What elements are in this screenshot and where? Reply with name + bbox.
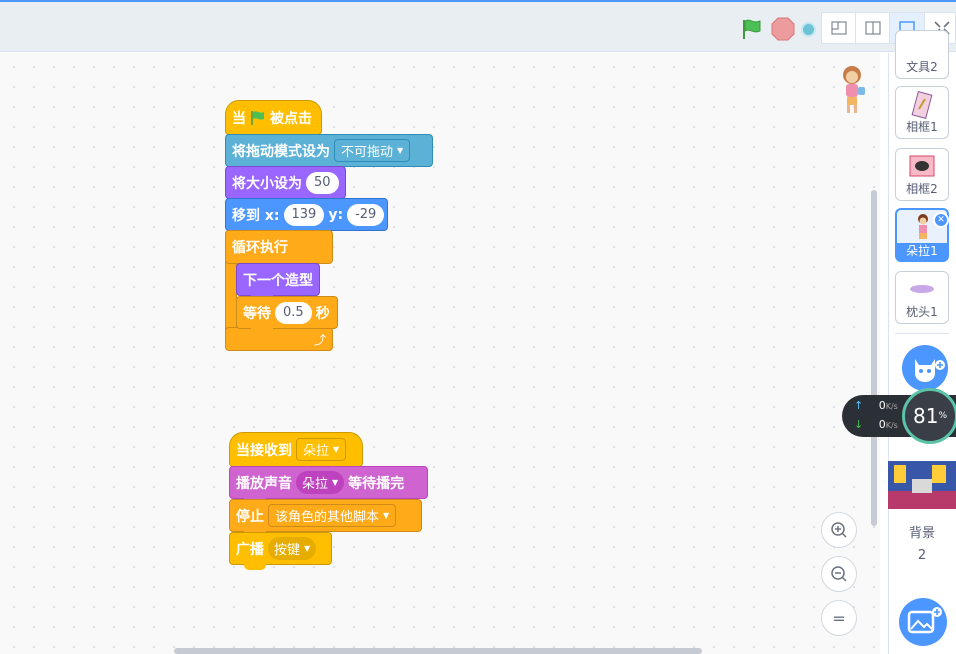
- choose-backdrop-button[interactable]: [899, 598, 947, 646]
- zoom-in-icon: [831, 522, 847, 538]
- photo-frame-icon: [909, 155, 935, 177]
- sound-value: 朵拉: [302, 477, 329, 492]
- when-flag-clicked-block[interactable]: 当 被点击: [225, 100, 322, 140]
- size-input[interactable]: 50: [306, 171, 339, 194]
- sidebar-divider: [895, 333, 949, 334]
- stop-sign-icon[interactable]: [771, 17, 795, 41]
- wait-unit-label: 秒: [315, 305, 330, 322]
- chevron-down-icon: ▼: [332, 478, 339, 487]
- choose-sprite-button[interactable]: [902, 345, 948, 391]
- set-size-block[interactable]: 将大小设为 50: [225, 166, 346, 204]
- download-speed: 0: [878, 418, 886, 431]
- forever-block[interactable]: 循环执行: [225, 230, 333, 264]
- backdrop-image-icon: [888, 461, 956, 509]
- forever-loop-bottom: ⤴: [225, 327, 333, 351]
- green-flag-icon: [251, 110, 264, 125]
- small-stage-icon: [831, 21, 847, 35]
- wait-block[interactable]: 等待 0.5 秒: [236, 296, 338, 334]
- y-input[interactable]: -29: [347, 203, 385, 226]
- message-value: 朵拉: [303, 444, 330, 459]
- chevron-down-icon: ▼: [383, 511, 390, 520]
- upload-speed: 0: [878, 399, 886, 412]
- go-to-y-label: y:: [328, 206, 344, 223]
- green-flag-icon[interactable]: [741, 18, 763, 40]
- zoom-in-button[interactable]: [821, 512, 857, 548]
- when-receive-block[interactable]: 当接收到 朵拉 ▼: [229, 432, 363, 472]
- set-size-label: 将大小设为: [232, 175, 302, 192]
- download-arrow-icon: ↓: [854, 418, 864, 431]
- drag-mode-value: 不可拖动: [341, 145, 394, 160]
- next-costume-label: 下一个造型: [243, 272, 313, 289]
- sprite-label: 枕头1: [906, 305, 938, 319]
- backdrop-count: 2: [917, 548, 927, 563]
- backdrop-thumbnail[interactable]: [888, 461, 956, 509]
- sprite-tile-stationery[interactable]: 文具2: [895, 30, 949, 79]
- workspace-vertical-scrollbar[interactable]: [871, 190, 877, 526]
- go-to-x-label: 移到 x:: [232, 207, 280, 224]
- sprite-tile-pillow[interactable]: 枕头1: [895, 271, 949, 324]
- normal-stage-icon: [865, 21, 881, 35]
- dora-sprite-icon: [918, 214, 928, 239]
- x-input[interactable]: 139: [283, 203, 325, 226]
- play-sound-label: 播放声音: [236, 475, 292, 492]
- stop-option-value: 该角色的其他脚本: [275, 510, 380, 525]
- until-done-label: 等待播完: [348, 475, 405, 492]
- workspace-horizontal-scrollbar[interactable]: [174, 648, 702, 654]
- drag-mode-dropdown[interactable]: 不可拖动 ▼: [334, 139, 411, 162]
- upload-arrow-icon: ↑: [854, 399, 864, 412]
- broadcast-label: 广播: [236, 541, 264, 558]
- broadcast-value: 按键: [274, 543, 301, 558]
- code-workspace[interactable]: [0, 53, 880, 654]
- zoom-out-icon: [831, 566, 847, 582]
- upload-unit: K/s: [885, 402, 898, 411]
- pillow-icon: [910, 285, 934, 293]
- sprite-tile-frame2[interactable]: 相框2: [895, 148, 949, 201]
- zoom-out-button[interactable]: [821, 556, 857, 592]
- chevron-down-icon: ▼: [304, 544, 311, 553]
- play-sound-until-done-block[interactable]: 播放声音 朵拉 ▼ 等待播完: [229, 466, 428, 504]
- sound-dropdown[interactable]: 朵拉 ▼: [296, 471, 345, 494]
- sprite-preview-icon: [843, 66, 865, 113]
- backdrop-label: 背景: [908, 526, 935, 541]
- hat-prefix-label: 当: [232, 110, 246, 127]
- chevron-down-icon: ▼: [333, 445, 340, 454]
- wait-seconds-input[interactable]: 0.5: [275, 301, 312, 324]
- delete-sprite-icon[interactable]: ✕: [933, 212, 949, 228]
- gauge-percent-sign: %: [938, 411, 947, 421]
- add-backdrop-icon: [907, 607, 942, 634]
- broadcast-dropdown[interactable]: 按键 ▼: [268, 537, 317, 560]
- stop-option-dropdown[interactable]: 该角色的其他脚本 ▼: [268, 504, 397, 527]
- turbo-indicator-icon: [801, 22, 816, 37]
- set-drag-mode-label: 将拖动模式设为: [232, 143, 330, 160]
- go-to-xy-block[interactable]: 移到 x: 139 y: -29: [225, 198, 388, 236]
- message-dropdown[interactable]: 朵拉 ▼: [296, 438, 347, 461]
- loop-arrow-icon: ⤴: [313, 333, 326, 347]
- zoom-reset-button[interactable]: =: [821, 600, 857, 636]
- memory-usage-gauge: 81%: [902, 388, 956, 444]
- sprite-label: 文具2: [906, 60, 938, 74]
- stage-header: [0, 2, 956, 52]
- zoom-reset-icon: =: [832, 608, 846, 628]
- sprite-tile-dora[interactable]: ✕ 朵拉1: [895, 208, 949, 262]
- stop-block[interactable]: 停止 该角色的其他脚本 ▼: [229, 499, 422, 537]
- photo-frame-icon: [911, 91, 933, 119]
- sprite-label: 朵拉1: [897, 243, 947, 260]
- sprite-tile-frame1[interactable]: 相框1: [895, 86, 949, 139]
- next-costume-block[interactable]: 下一个造型: [236, 263, 320, 301]
- gauge-percent: 81: [912, 404, 939, 428]
- sprite-label: 相框2: [906, 182, 938, 196]
- broadcast-block[interactable]: 广播 按键 ▼: [229, 532, 332, 570]
- normal-stage-button[interactable]: [855, 12, 891, 44]
- hat-suffix-label: 被点击: [270, 110, 312, 127]
- small-stage-button[interactable]: [821, 12, 857, 44]
- wait-label: 等待: [243, 305, 271, 322]
- when-receive-label: 当接收到: [236, 442, 292, 459]
- set-drag-mode-block[interactable]: 将拖动模式设为 不可拖动 ▼: [225, 134, 433, 172]
- forever-label: 循环执行: [232, 240, 288, 256]
- cat-add-icon: [915, 359, 945, 382]
- sprite-label: 相框1: [906, 120, 938, 134]
- chevron-down-icon: ▼: [397, 146, 404, 155]
- download-unit: K/s: [885, 421, 898, 430]
- stop-label: 停止: [236, 508, 264, 525]
